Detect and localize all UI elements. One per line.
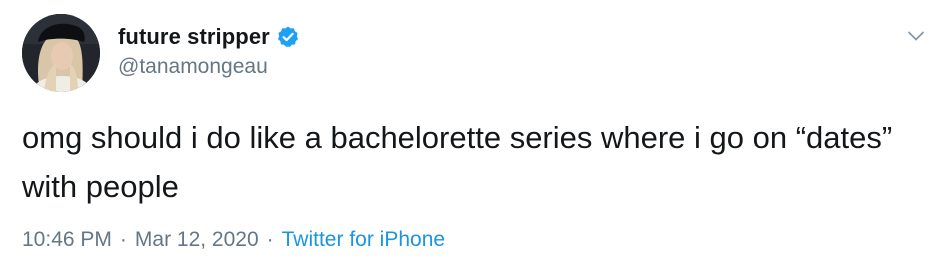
meta-separator: · — [266, 228, 274, 251]
author-handle[interactable]: @tanamongeau — [118, 55, 268, 79]
author-display-name[interactable]: future stripper — [118, 24, 270, 50]
avatar[interactable] — [22, 14, 100, 92]
meta-separator: · — [119, 228, 127, 251]
tweet-source-link[interactable]: Twitter for iPhone — [282, 228, 445, 252]
avatar-image — [22, 14, 100, 92]
author-name-row: future stripper — [118, 22, 300, 52]
tweet-meta: 10:46 PM · Mar 12, 2020 · Twitter for iP… — [22, 228, 445, 252]
tweet-card: future stripper @tanamongeau omg should … — [0, 0, 952, 278]
tweet-text: omg should i do like a bachelorette seri… — [22, 120, 893, 204]
verified-badge-icon — [276, 25, 300, 49]
chevron-down-icon[interactable] — [904, 24, 928, 48]
tweet-date[interactable]: Mar 12, 2020 — [135, 228, 259, 252]
tweet-time[interactable]: 10:46 PM — [22, 228, 112, 252]
